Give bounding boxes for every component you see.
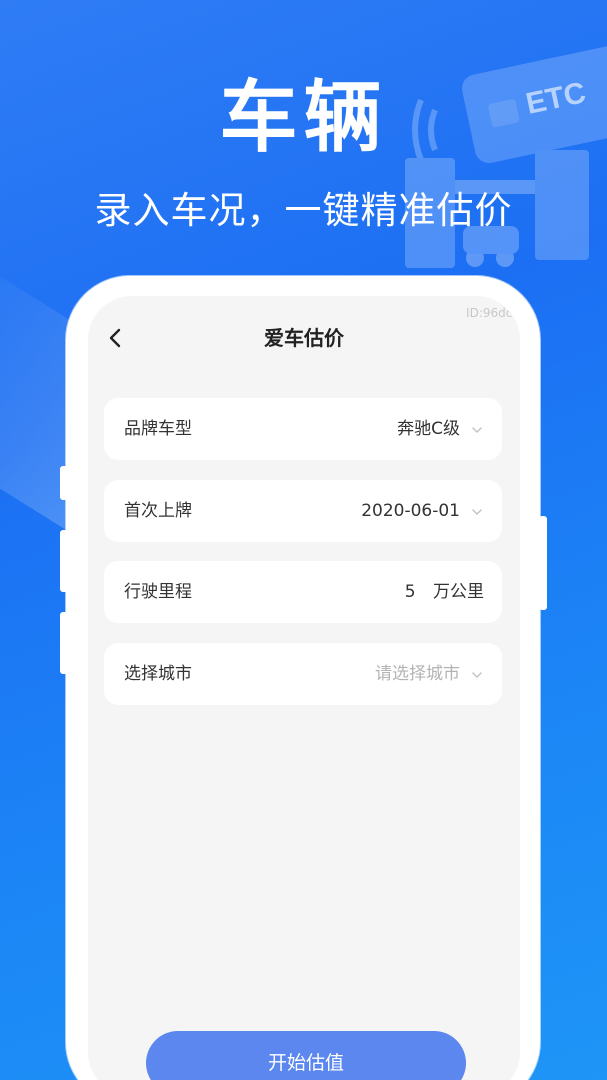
nav-bar: 爱车估价 — [88, 318, 520, 358]
hero-title: 车辆 — [219, 73, 388, 163]
first-registration-field[interactable]: 首次上牌 2020-06-01 — [104, 480, 502, 542]
field-value: 奔驰C级 — [397, 419, 460, 439]
promo-page: ETC 车辆 录入车况，一键精准估价 ID:96dc1 爱车估价 品牌车型 奔驰… — [0, 0, 607, 1080]
chevron-down-icon — [472, 672, 482, 679]
mileage-input[interactable]: 5 — [405, 582, 416, 602]
start-valuation-button[interactable]: 开始估值 — [146, 1031, 466, 1080]
phone-side-button — [60, 612, 68, 674]
phone-side-button — [539, 516, 547, 610]
app-screen: ID:96dc1 爱车估价 品牌车型 奔驰C级 首次上牌 2020-06-01 … — [88, 296, 520, 1080]
chevron-down-icon — [472, 427, 482, 434]
field-value: 2020-06-01 — [361, 501, 460, 521]
phone-side-button — [60, 530, 68, 592]
city-field[interactable]: 选择城市 请选择城市 — [104, 643, 502, 705]
brand-model-field[interactable]: 品牌车型 奔驰C级 — [104, 398, 502, 460]
hero-subtitle: 录入车况，一键精准估价 — [94, 189, 513, 232]
page-title: 爱车估价 — [264, 326, 344, 350]
mileage-field[interactable]: 行驶里程 5 万公里 — [104, 561, 502, 623]
mileage-unit: 万公里 — [433, 582, 484, 602]
phone-side-button — [60, 466, 68, 500]
field-label: 行驶里程 — [124, 582, 192, 602]
field-label: 品牌车型 — [124, 419, 192, 439]
field-label: 首次上牌 — [124, 501, 192, 521]
field-placeholder: 请选择城市 — [375, 664, 460, 684]
field-value: 5 万公里 — [405, 561, 484, 623]
chevron-left-icon[interactable] — [104, 326, 128, 350]
field-label: 选择城市 — [124, 664, 192, 684]
chevron-down-icon — [472, 509, 482, 516]
